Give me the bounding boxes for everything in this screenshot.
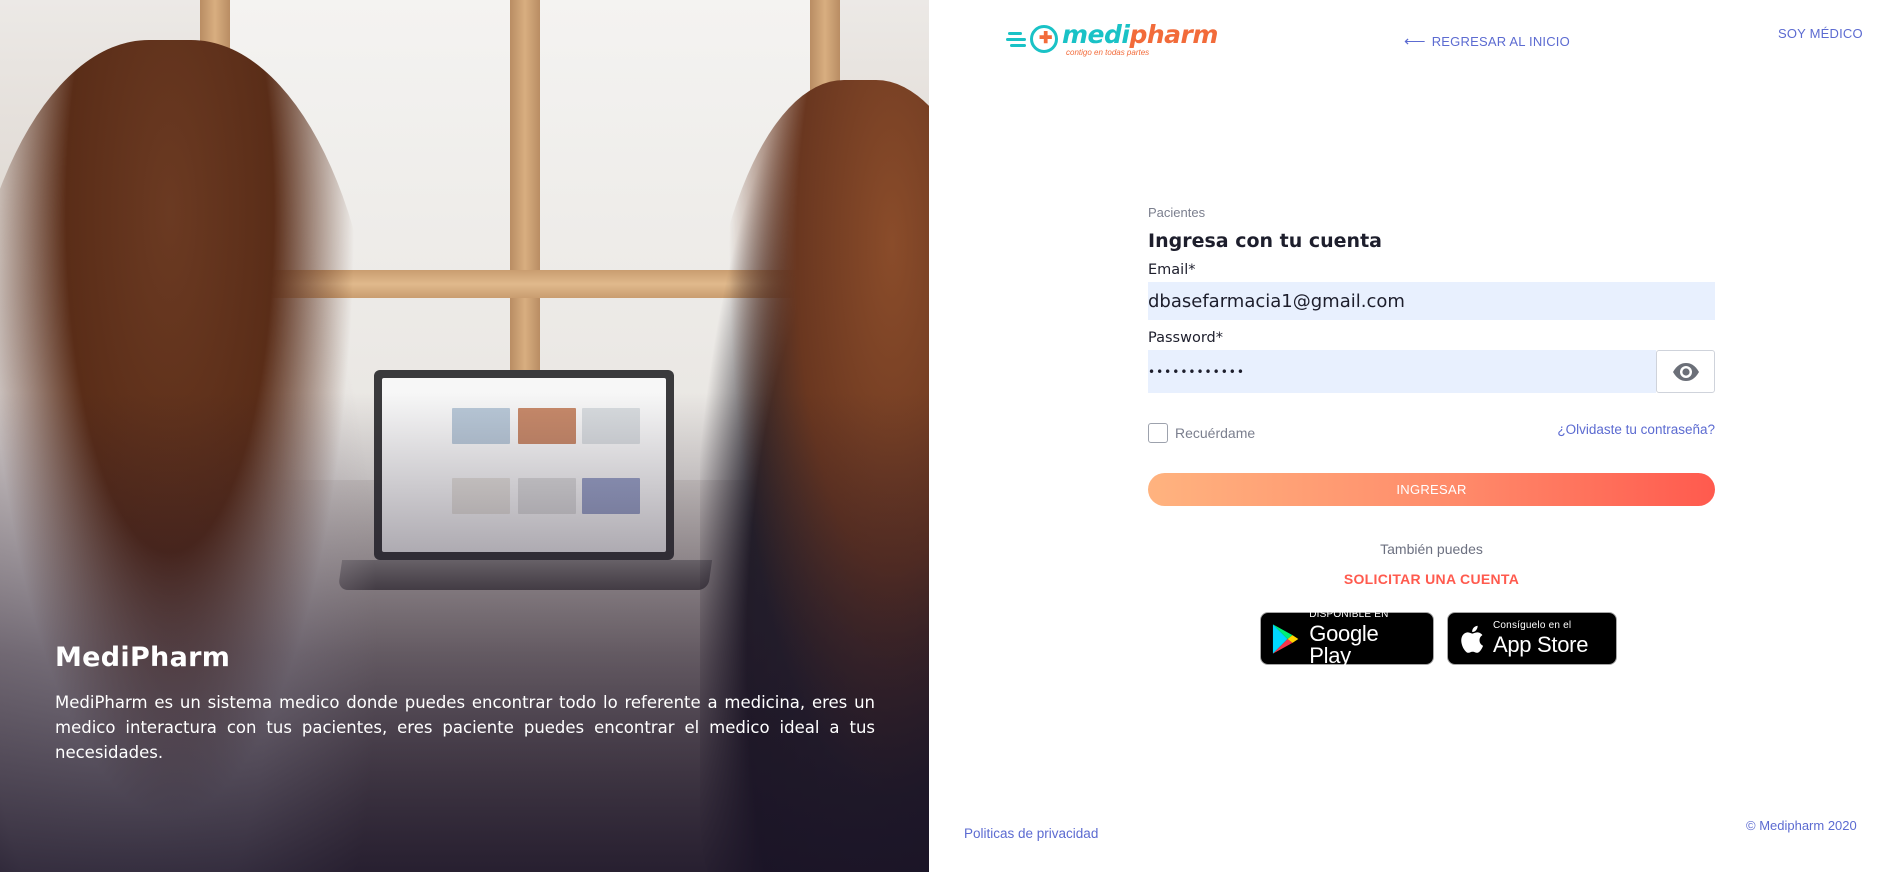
brand-logo[interactable]: ✚ medipharm contigo en todas partes xyxy=(1006,22,1218,57)
email-label: Email* xyxy=(1148,262,1196,278)
login-button[interactable]: INGRESAR xyxy=(1148,473,1715,506)
remember-checkbox[interactable] xyxy=(1148,423,1168,443)
doctor-login-link[interactable]: SOY MÉDICO xyxy=(1778,26,1863,41)
store-badges: DISPONIBLE EN Google Play Consíguelo en … xyxy=(1260,609,1617,668)
remember-label: Recuérdame xyxy=(1175,425,1256,441)
copyright-text: © Medipharm 2020 xyxy=(1746,818,1857,833)
remember-me[interactable]: Recuérdame xyxy=(1148,423,1255,443)
back-home-label: REGRESAR AL INICIO xyxy=(1431,34,1570,49)
toggle-password-button[interactable] xyxy=(1656,350,1715,393)
email-field[interactable]: dbasefarmacia1@gmail.com xyxy=(1148,282,1715,320)
brand-tagline: contigo en todas partes xyxy=(1066,48,1150,57)
arrow-left-icon: ⟵ xyxy=(1404,33,1426,50)
hero-panel: MediPharm MediPharm es un sistema medico… xyxy=(0,0,929,872)
google-play-badge[interactable]: DISPONIBLE EN Google Play xyxy=(1260,609,1434,668)
app-store-big-text: App Store xyxy=(1493,632,1589,657)
privacy-policy-link[interactable]: Politicas de privacidad xyxy=(964,826,1098,841)
pill-logo-icon: ✚ xyxy=(1006,23,1060,57)
password-label: Password* xyxy=(1148,330,1223,346)
form-eyebrow: Pacientes xyxy=(1148,205,1206,220)
hero-description: MediPharm es un sistema medico donde pue… xyxy=(55,693,875,762)
google-play-small-text: DISPONIBLE EN xyxy=(1309,609,1389,620)
apple-icon xyxy=(1461,625,1484,653)
app-store-small-text: Consíguelo en el xyxy=(1493,620,1572,631)
eye-icon xyxy=(1672,362,1699,381)
hero-title: MediPharm xyxy=(55,642,231,673)
app-store-badge[interactable]: Consíguelo en el App Store xyxy=(1447,612,1617,665)
login-form: Pacientes Ingresa con tu cuenta Email* d… xyxy=(1148,205,1715,587)
request-account-link[interactable]: SOLICITAR UNA CUENTA xyxy=(1148,571,1715,587)
brand-name: medipharm xyxy=(1062,20,1218,49)
forgot-password-link[interactable]: ¿Olvidaste tu contraseña? xyxy=(1557,422,1715,437)
google-play-icon xyxy=(1272,623,1299,654)
password-field[interactable]: •••••••••••• xyxy=(1148,350,1657,393)
back-home-link[interactable]: ⟵ REGRESAR AL INICIO xyxy=(1404,34,1570,49)
form-heading: Ingresa con tu cuenta xyxy=(1148,230,1382,252)
also-text: También puedes xyxy=(1380,541,1483,557)
google-play-big-text: Google Play xyxy=(1309,621,1379,668)
